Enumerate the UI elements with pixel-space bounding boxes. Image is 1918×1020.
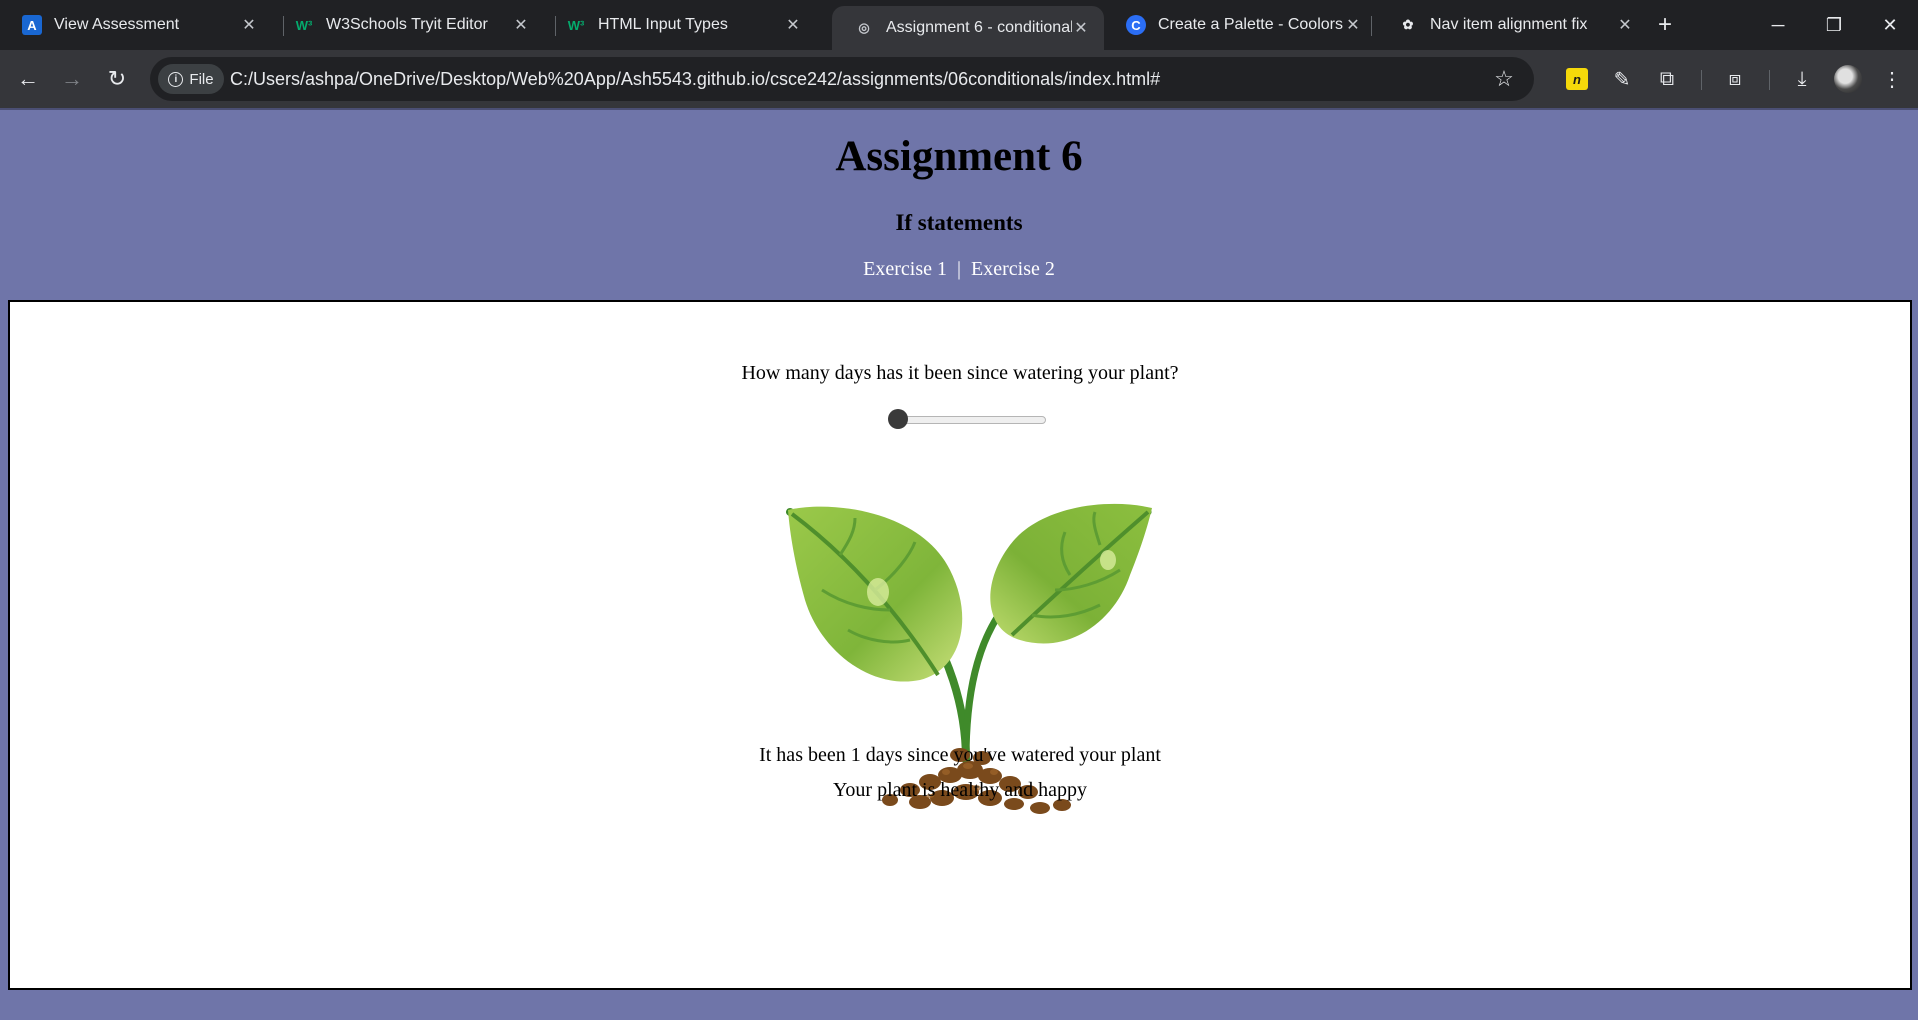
site-info-label: File xyxy=(189,70,214,88)
tab-label: Create a Palette - Coolors xyxy=(1158,16,1343,33)
chatgpt-favicon: ✿ xyxy=(1402,17,1414,32)
forward-button[interactable]: → xyxy=(56,63,88,95)
info-icon: i xyxy=(168,71,184,87)
close-window-button[interactable]: ✕ xyxy=(1862,0,1918,50)
download-icon[interactable]: ⤓ xyxy=(1786,63,1818,95)
plant-status-message: Your plant is healthy and happy xyxy=(832,779,1088,801)
tab-label: HTML Input Types xyxy=(598,16,728,33)
close-icon[interactable]: ✕ xyxy=(240,16,258,34)
toolbar-separator xyxy=(1769,70,1770,90)
slider-track[interactable] xyxy=(892,416,1046,424)
address-bar[interactable]: i File C:/Users/ashpa/OneDrive/Desktop/W… xyxy=(150,57,1534,101)
page-title: Assignment 6 xyxy=(835,133,1083,180)
tab-w3schools-tryit[interactable]: W³ W3Schools Tryit Editor ✕ xyxy=(272,0,544,50)
extensions-puzzle-icon[interactable]: ⧉ xyxy=(1651,63,1683,95)
tab-coolors[interactable]: C Create a Palette - Coolors ✕ xyxy=(1104,0,1376,50)
nav-link-exercise-1[interactable]: Exercise 1 xyxy=(863,258,947,280)
days-message: It has been 1 days since you've watered … xyxy=(759,744,1161,766)
nav-separator: | xyxy=(956,258,961,280)
reload-button[interactable]: ↻ xyxy=(101,63,133,95)
tab-html-input-types[interactable]: W³ HTML Input Types ✕ xyxy=(544,0,816,50)
menu-icon[interactable]: ⋮ xyxy=(1876,63,1908,95)
cast-icon[interactable]: ⧈ xyxy=(1719,63,1751,95)
extension-badge-icon[interactable]: n xyxy=(1566,68,1588,90)
tab-assignment-6[interactable]: ◎ Assignment 6 - conditionals ✕ xyxy=(832,6,1104,50)
w3schools-favicon: W³ xyxy=(567,17,585,33)
watering-question: How many days has it been since watering… xyxy=(741,362,1179,384)
bookmark-star-icon[interactable]: ☆ xyxy=(1490,65,1518,93)
url-text[interactable]: C:/Users/ashpa/OneDrive/Desktop/Web%20Ap… xyxy=(230,57,1160,101)
exercise-content: How many days has it been since watering… xyxy=(8,300,1912,990)
tab-nav-item-alignment[interactable]: ✿ Nav item alignment fix ✕ xyxy=(1376,0,1648,50)
browser-toolbar: ← → ↻ i File C:/Users/ashpa/OneDrive/Des… xyxy=(0,50,1918,108)
w3schools-favicon: W³ xyxy=(295,17,313,33)
tab-separator xyxy=(1371,16,1372,36)
assessment-favicon: A xyxy=(22,15,42,35)
restore-button[interactable]: ❐ xyxy=(1806,0,1862,50)
globe-icon: ◎ xyxy=(858,20,870,35)
browser-tab-strip: A View Assessment ✕ W³ W3Schools Tryit E… xyxy=(0,0,1918,50)
tab-label: View Assessment xyxy=(54,16,180,33)
tab-view-assessment[interactable]: A View Assessment ✕ xyxy=(0,0,272,50)
nav-link-exercise-2[interactable]: Exercise 2 xyxy=(971,258,1055,280)
new-tab-button[interactable]: + xyxy=(1650,10,1680,40)
toolbar-separator xyxy=(1701,70,1702,90)
exercise-nav: Exercise 1 | Exercise 2 xyxy=(0,258,1918,281)
tab-label: W3Schools Tryit Editor xyxy=(326,16,488,33)
days-slider[interactable] xyxy=(888,408,1050,430)
site-info-chip[interactable]: i File xyxy=(158,64,224,94)
plant-image xyxy=(786,503,1152,814)
tab-label: Nav item alignment fix xyxy=(1430,16,1588,33)
close-icon[interactable]: ✕ xyxy=(1344,16,1362,34)
close-icon[interactable]: ✕ xyxy=(1616,16,1634,34)
close-icon[interactable]: ✕ xyxy=(1072,19,1090,37)
close-icon[interactable]: ✕ xyxy=(512,16,530,34)
close-icon[interactable]: ✕ xyxy=(784,16,802,34)
back-button[interactable]: ← xyxy=(12,63,44,95)
minimize-button[interactable]: ─ xyxy=(1750,0,1806,50)
tab-label: Assignment 6 - conditionals xyxy=(886,19,1072,36)
coolors-favicon: C xyxy=(1126,15,1146,35)
slider-thumb[interactable] xyxy=(888,409,908,429)
viewport-top-edge xyxy=(0,108,1918,110)
profile-avatar[interactable] xyxy=(1834,65,1862,93)
page-subtitle: If statements xyxy=(895,210,1023,235)
leaf-right xyxy=(990,503,1152,644)
eyedropper-icon[interactable]: ✎ xyxy=(1606,63,1638,95)
